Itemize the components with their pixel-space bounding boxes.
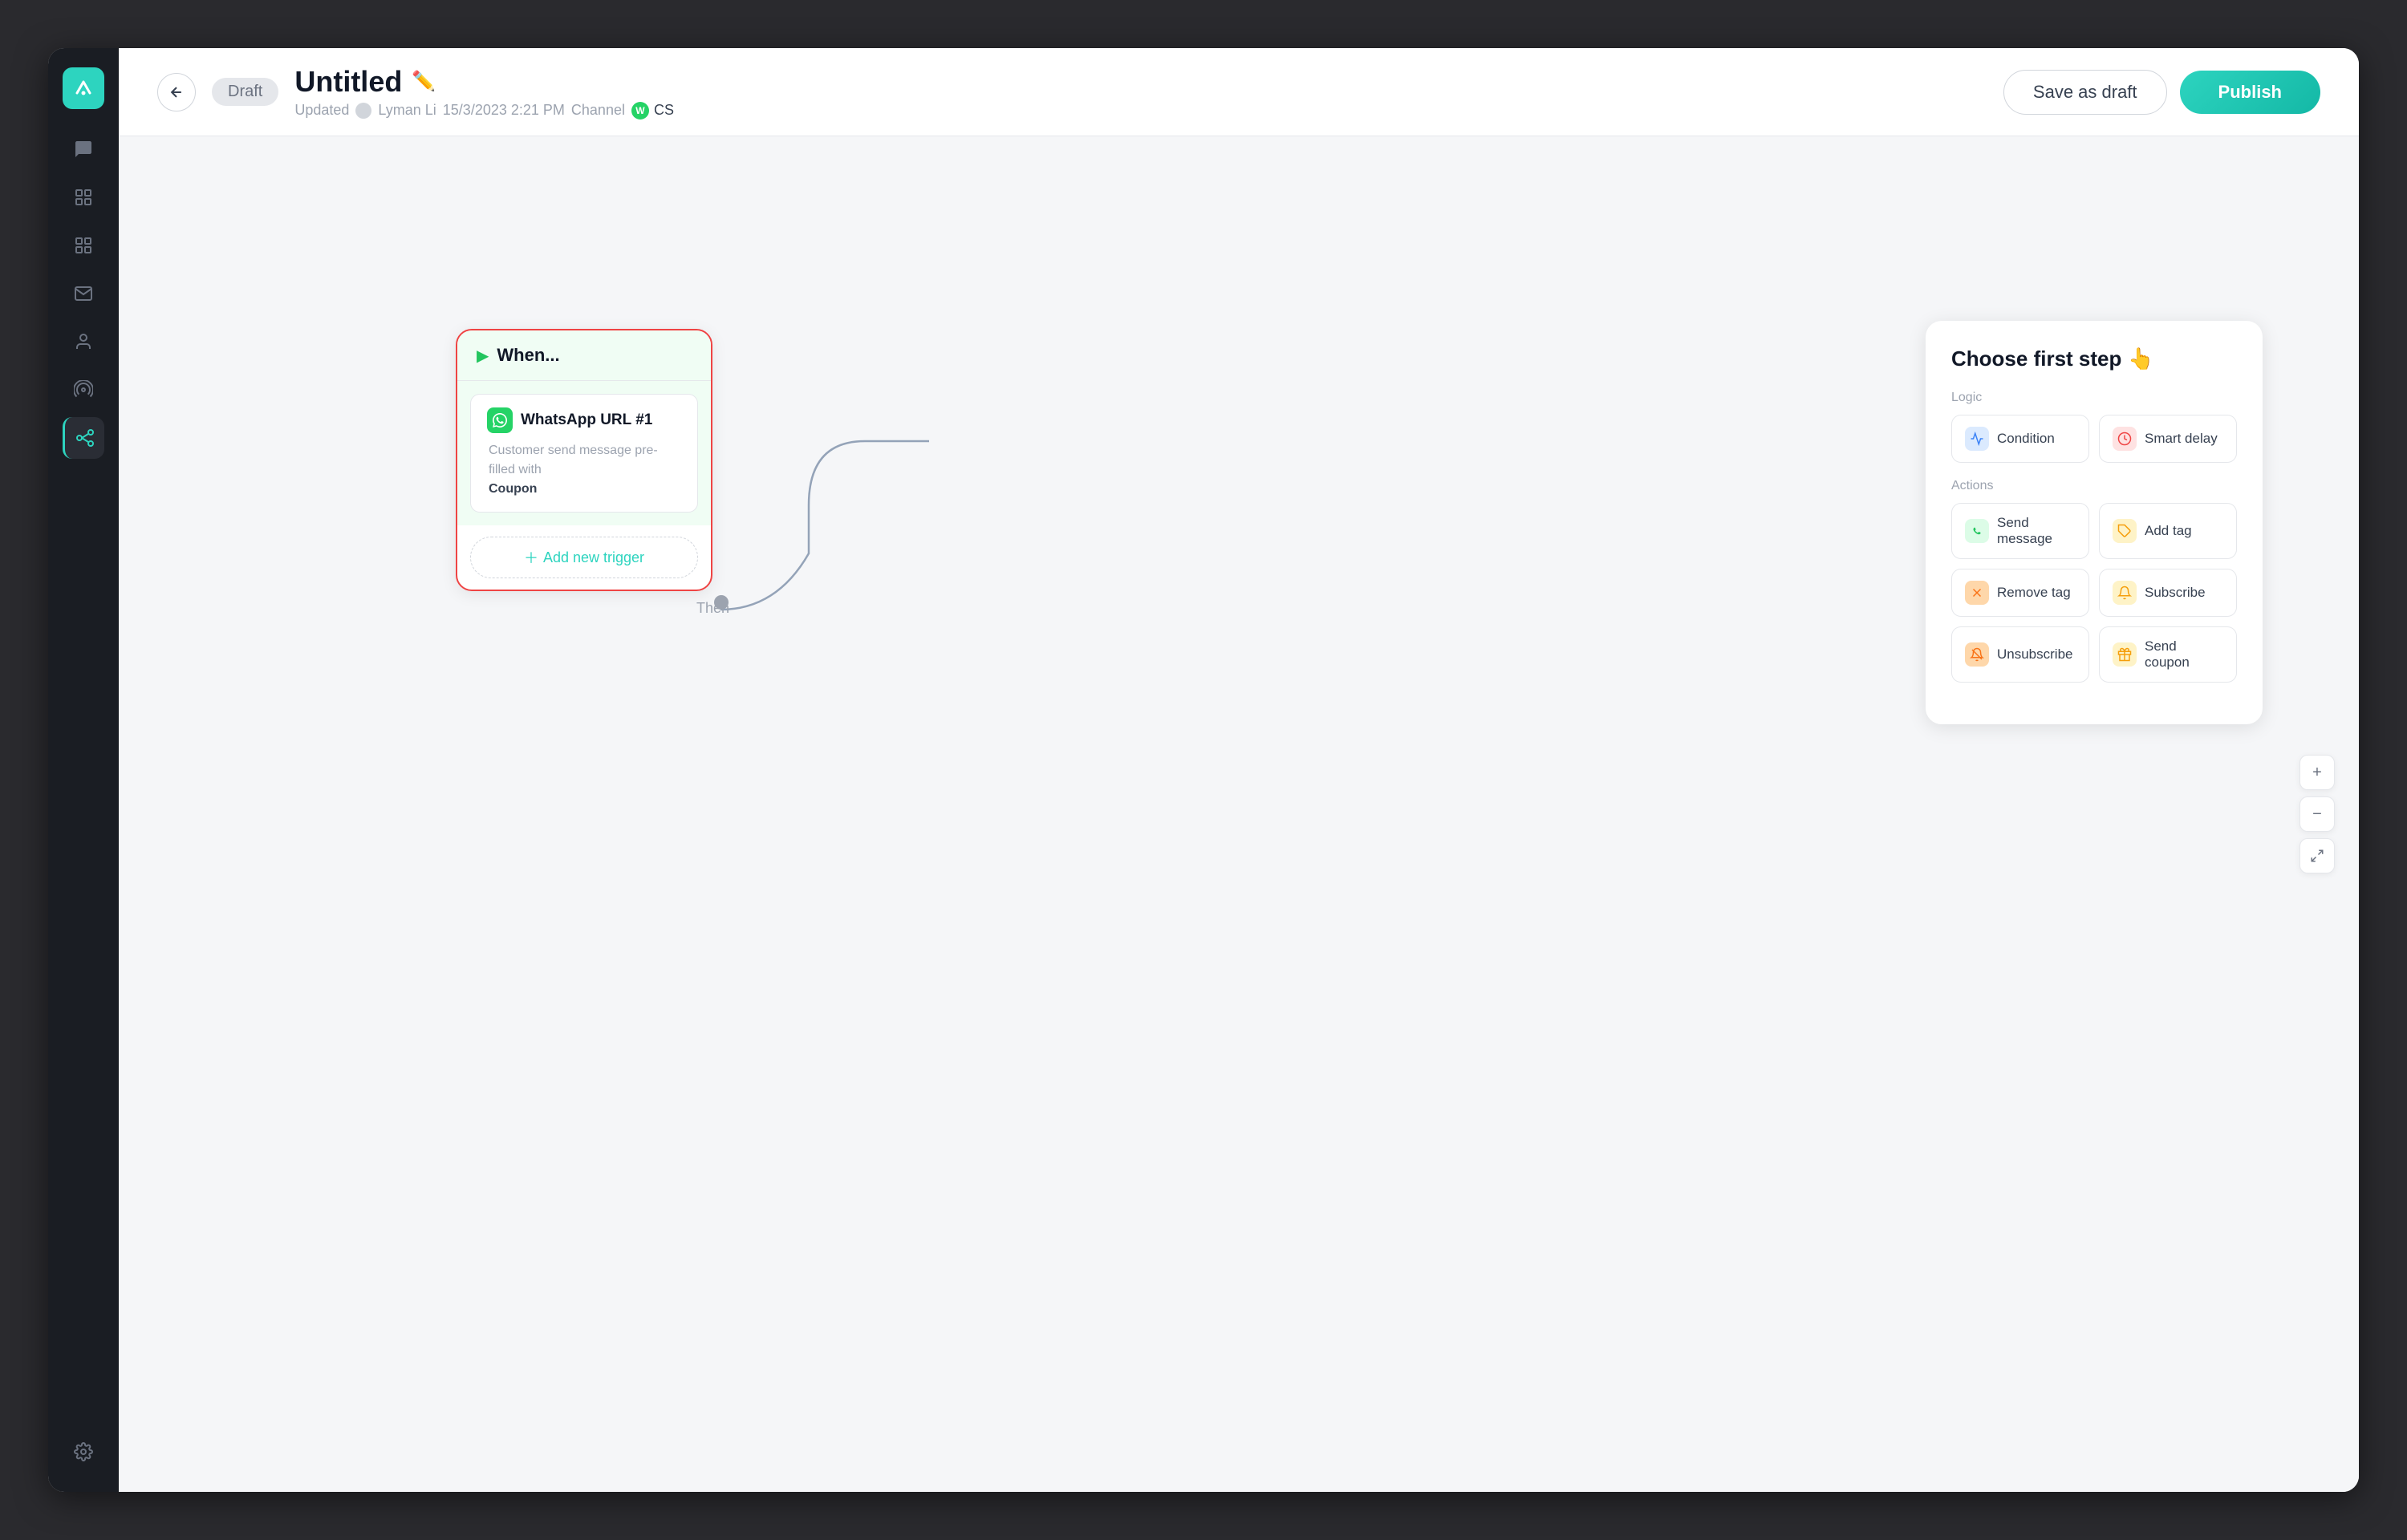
updated-time: 15/3/2023 2:21 PM xyxy=(443,102,565,119)
when-node: ▶ When... WhatsApp URL #1 xyxy=(456,329,712,591)
remove-tag-label: Remove tag xyxy=(1997,585,2071,601)
subscribe-label: Subscribe xyxy=(2145,585,2206,601)
trigger-description: Customer send message pre-filled with Co… xyxy=(487,441,681,499)
sidebar-item-workflow[interactable] xyxy=(63,417,104,459)
publish-button[interactable]: Publish xyxy=(2180,71,2320,114)
header: Draft Untitled ✏️ Updated Lyman Li 15/3/… xyxy=(119,48,2359,136)
logic-section-label: Logic xyxy=(1951,391,2237,405)
unsubscribe-icon xyxy=(1965,642,1989,667)
header-actions: Save as draft Publish xyxy=(2003,70,2320,115)
send-coupon-label: Send coupon xyxy=(2145,638,2223,671)
trigger-card[interactable]: WhatsApp URL #1 Customer send message pr… xyxy=(470,394,698,513)
fit-screen-button[interactable] xyxy=(2299,838,2335,873)
user-avatar xyxy=(355,103,371,119)
sidebar-item-automation[interactable] xyxy=(63,176,104,218)
condition-icon xyxy=(1965,427,1989,451)
zoom-in-button[interactable]: + xyxy=(2299,755,2335,790)
actions-grid: Send message Add tag xyxy=(1951,503,2237,683)
smart-delay-label: Smart delay xyxy=(2145,431,2218,447)
sidebar-item-chat[interactable] xyxy=(63,128,104,170)
action-item-send-message[interactable]: Send message xyxy=(1951,503,2089,559)
plus-icon: ＋ xyxy=(524,547,538,568)
action-item-condition[interactable]: Condition xyxy=(1951,415,2089,463)
back-button[interactable] xyxy=(157,73,196,111)
sidebar-item-settings[interactable] xyxy=(63,1431,104,1473)
channel-badge: W CS xyxy=(631,102,674,120)
when-node-body: WhatsApp URL #1 Customer send message pr… xyxy=(457,381,711,525)
app-logo xyxy=(63,67,104,109)
send-message-label: Send message xyxy=(1997,515,2076,547)
action-item-send-coupon[interactable]: Send coupon xyxy=(2099,626,2237,683)
draft-status-badge: Draft xyxy=(212,78,278,106)
subscribe-icon xyxy=(2113,581,2137,605)
page-title: Untitled xyxy=(294,65,402,99)
choose-first-step-panel: Choose first step 👆 Logic Condition xyxy=(1926,321,2263,724)
action-item-unsubscribe[interactable]: Unsubscribe xyxy=(1951,626,2089,683)
sidebar-item-grid[interactable] xyxy=(63,225,104,266)
connector-dot xyxy=(714,595,729,610)
updated-label: Updated xyxy=(294,102,349,119)
unsubscribe-label: Unsubscribe xyxy=(1997,646,2073,663)
choose-panel-title: Choose first step 👆 xyxy=(1951,346,2237,371)
updated-by: Lyman Li xyxy=(378,102,436,119)
send-coupon-icon xyxy=(2113,642,2137,667)
channel-name: CS xyxy=(654,102,674,119)
action-item-smart-delay[interactable]: Smart delay xyxy=(2099,415,2237,463)
automation-canvas: ▶ When... WhatsApp URL #1 xyxy=(119,136,2359,1492)
add-tag-label: Add tag xyxy=(2145,523,2192,539)
header-title-area: Untitled ✏️ Updated Lyman Li 15/3/2023 2… xyxy=(294,65,1987,120)
sidebar xyxy=(48,48,119,1492)
sidebar-item-broadcast[interactable] xyxy=(63,369,104,411)
condition-label: Condition xyxy=(1997,431,2055,447)
add-tag-icon xyxy=(2113,519,2137,543)
whatsapp-channel-icon: W xyxy=(631,102,649,120)
whatsapp-trigger-icon xyxy=(487,407,513,433)
when-node-header: ▶ When... xyxy=(457,330,711,381)
remove-tag-icon xyxy=(1965,581,1989,605)
when-label: When... xyxy=(497,345,559,366)
smart-delay-icon xyxy=(2113,427,2137,451)
action-item-remove-tag[interactable]: Remove tag xyxy=(1951,569,2089,617)
trigger-title: WhatsApp URL #1 xyxy=(521,411,652,429)
edit-title-icon[interactable]: ✏️ xyxy=(412,70,436,93)
zoom-out-button[interactable]: − xyxy=(2299,796,2335,832)
zoom-controls: + − xyxy=(2299,755,2335,873)
header-meta: Updated Lyman Li 15/3/2023 2:21 PM Chann… xyxy=(294,102,1987,120)
sidebar-item-contacts[interactable] xyxy=(63,321,104,363)
save-draft-button[interactable]: Save as draft xyxy=(2003,70,2167,115)
main-content: Draft Untitled ✏️ Updated Lyman Li 15/3/… xyxy=(119,48,2359,1492)
action-item-subscribe[interactable]: Subscribe xyxy=(2099,569,2237,617)
send-message-icon xyxy=(1965,519,1989,543)
actions-section-label: Actions xyxy=(1951,479,2237,493)
action-item-add-tag[interactable]: Add tag xyxy=(2099,503,2237,559)
play-icon: ▶ xyxy=(477,346,489,366)
choose-title-emoji: 👆 xyxy=(2128,346,2153,371)
channel-label: Channel xyxy=(571,102,625,119)
logic-grid: Condition Smart delay xyxy=(1951,415,2237,463)
sidebar-item-inbox[interactable] xyxy=(63,273,104,314)
add-trigger-button[interactable]: ＋ Add new trigger xyxy=(470,537,698,578)
